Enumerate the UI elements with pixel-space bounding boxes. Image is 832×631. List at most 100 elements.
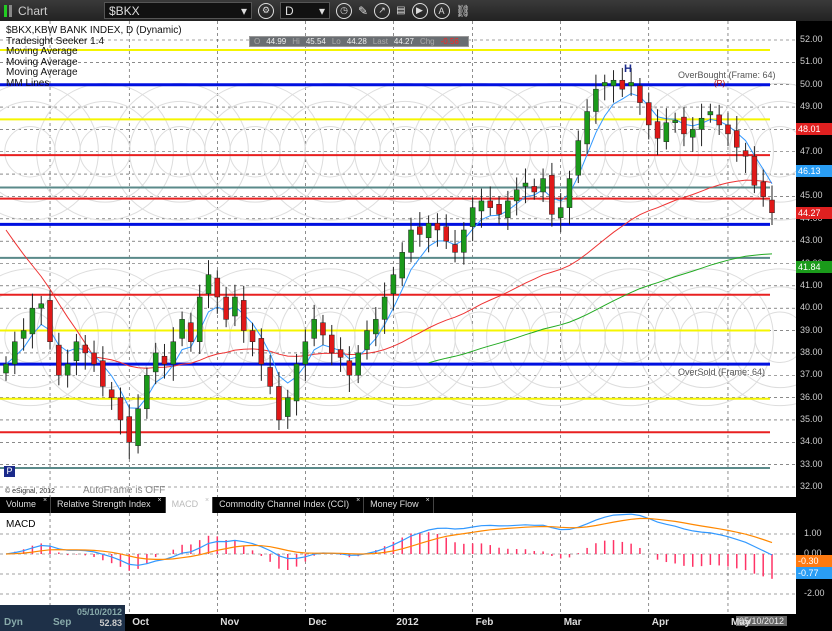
price-chart[interactable]: $BKX,KBW BANK INDEX, D (Dynamic) Tradesi…	[0, 21, 796, 497]
macd-tick-label: -2.00	[804, 588, 825, 598]
low-value: 44.28	[346, 37, 367, 46]
candle-body	[751, 155, 758, 186]
legend-study[interactable]: Moving Average	[6, 46, 182, 58]
candle-body	[152, 352, 159, 373]
clock-icon[interactable]: ◷	[336, 2, 352, 19]
candle-body	[337, 349, 344, 358]
candle-body	[487, 200, 494, 208]
candle-body	[496, 204, 502, 215]
candle-body	[628, 82, 634, 87]
price-axis[interactable]: 52.0051.0050.0049.0048.0047.0046.0045.00…	[796, 21, 832, 614]
candle-body	[672, 120, 678, 123]
candle-body	[654, 121, 661, 139]
price-tick-label: 40.00	[800, 302, 823, 313]
close-icon[interactable]: ×	[356, 497, 360, 504]
frame-circle	[336, 268, 474, 407]
low-label: Lo	[331, 37, 341, 46]
close-icon[interactable]: ×	[158, 497, 162, 504]
study-tabs: Volume × Relative Strength Index × MACD × Comm…	[0, 497, 796, 513]
candle-body	[320, 322, 326, 336]
tab-commodity-channel-index-cci-[interactable]: Commodity Channel Index (CCI) ×	[213, 497, 365, 513]
candle-body	[144, 375, 150, 410]
macd-panel[interactable]: MACD	[0, 513, 796, 614]
price-tag: 48.01	[796, 123, 832, 136]
candle-body	[179, 319, 185, 339]
tab-label: Relative Strength Index	[57, 499, 151, 509]
price-tick-label: 51.00	[800, 56, 823, 67]
overbought-label: OverBought (Frame: 64)	[678, 70, 776, 80]
candle-body	[399, 252, 405, 279]
close-icon[interactable]: ×	[205, 497, 209, 504]
price-tag: 46.13	[796, 165, 832, 178]
study-icon[interactable]: ↗	[374, 2, 391, 19]
legend-study[interactable]: Moving Average	[6, 67, 182, 79]
candle-body	[3, 363, 9, 374]
settings-icon[interactable]: ⚙	[258, 2, 274, 19]
pencil-icon[interactable]: ✎	[358, 4, 368, 18]
dyn-label[interactable]: Dyn	[4, 617, 23, 628]
candle-body	[205, 274, 212, 294]
head-label: H	[624, 63, 632, 75]
interval-select[interactable]: D ▾	[280, 2, 330, 19]
frame-circle	[429, 286, 531, 389]
candle-body	[575, 140, 582, 176]
candle-body	[126, 416, 133, 443]
candle-body	[566, 178, 573, 208]
cursor-price: 52.83	[99, 618, 122, 628]
frame-circle	[79, 311, 131, 363]
candle-body	[117, 397, 124, 421]
toolbar: Chart $BKX ▾ ⚙ D ▾ ◷ ✎ ↗ ▤ ▶ A ⛓	[0, 0, 832, 21]
candle-body	[47, 300, 53, 342]
price-tick-label: 50.00	[800, 78, 823, 89]
candle-body	[100, 360, 106, 387]
high-label: Hi	[292, 37, 300, 46]
high-value: 45.54	[305, 37, 326, 46]
close-icon[interactable]: ×	[43, 497, 47, 504]
candle-body	[355, 352, 361, 376]
price-tick-label: 39.00	[800, 324, 823, 335]
frame-circle	[604, 311, 656, 363]
candle-body	[637, 85, 643, 103]
macd-value-tag: -0.30	[796, 555, 832, 567]
legend-study[interactable]: MM Lines	[6, 78, 182, 90]
frame-circle	[411, 268, 549, 407]
candle-body	[716, 114, 722, 126]
play-icon[interactable]: ▶	[411, 2, 428, 19]
candle-body	[373, 319, 379, 335]
month-label: 2012	[396, 617, 419, 628]
candle-body	[329, 334, 335, 354]
p-badge[interactable]: P	[4, 466, 15, 477]
candle-body	[663, 122, 670, 142]
frame-circle	[454, 311, 506, 363]
price-tick-label: 32.00	[800, 481, 823, 491]
candle-body	[417, 226, 423, 235]
tab-macd[interactable]: MACD ×	[165, 497, 214, 513]
candle-body	[240, 300, 247, 331]
month-label: Nov	[220, 617, 240, 628]
data-icon[interactable]: ▤	[396, 5, 405, 16]
candle-body	[690, 129, 696, 138]
price-tick-label: 34.00	[800, 436, 823, 447]
tab-label: Money Flow	[370, 499, 419, 509]
month-label: May	[730, 617, 751, 628]
chart-legend: $BKX,KBW BANK INDEX, D (Dynamic) Tradesi…	[6, 25, 182, 90]
candle-body	[188, 322, 194, 342]
tab-relative-strength-index[interactable]: Relative Strength Index ×	[51, 497, 166, 513]
tab-label: MACD	[171, 499, 199, 509]
candle-body	[232, 296, 238, 317]
tab-volume[interactable]: Volume ×	[0, 497, 52, 513]
close-icon[interactable]: ×	[426, 497, 430, 504]
candle-body	[452, 244, 458, 253]
candle-body	[742, 150, 749, 157]
month-label: Mar	[563, 617, 582, 628]
tab-money-flow[interactable]: Money Flow ×	[364, 497, 434, 513]
frame-circle	[561, 268, 699, 407]
price-tick-label: 35.00	[800, 413, 823, 424]
candle-body	[610, 79, 617, 87]
candle-body	[505, 200, 511, 218]
link-icon[interactable]: ⛓	[456, 4, 471, 18]
frame-circle	[679, 311, 731, 363]
candle-body	[434, 223, 441, 231]
alert-icon[interactable]: A	[433, 2, 450, 19]
symbol-input[interactable]: $BKX ▾	[104, 2, 252, 19]
